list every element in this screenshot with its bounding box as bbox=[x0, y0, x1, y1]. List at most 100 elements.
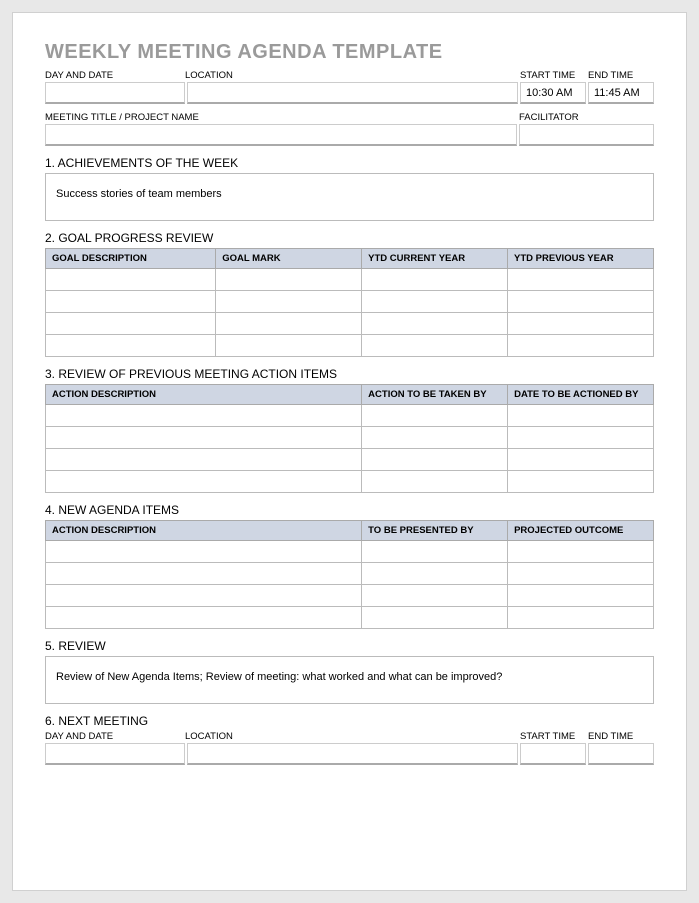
table-row bbox=[46, 313, 654, 335]
cell[interactable] bbox=[362, 585, 508, 607]
cell[interactable] bbox=[508, 291, 654, 313]
th-date-actioned-by: DATE TO BE ACTIONED BY bbox=[508, 385, 654, 405]
cell[interactable] bbox=[508, 449, 654, 471]
th-action-taken-by: ACTION TO BE TAKEN BY bbox=[362, 385, 508, 405]
header-inputs-row-1: 10:30 AM 11:45 AM bbox=[45, 82, 654, 104]
table-row bbox=[46, 291, 654, 313]
cell[interactable] bbox=[46, 335, 216, 357]
table-row bbox=[46, 471, 654, 493]
table-row bbox=[46, 335, 654, 357]
cell[interactable] bbox=[362, 291, 508, 313]
input-start-time[interactable]: 10:30 AM bbox=[520, 82, 586, 104]
th-action-description: ACTION DESCRIPTION bbox=[46, 385, 362, 405]
cell[interactable] bbox=[508, 563, 654, 585]
table-row bbox=[46, 269, 654, 291]
cell[interactable] bbox=[362, 471, 508, 493]
label-end-time: END TIME bbox=[588, 70, 654, 81]
table-row bbox=[46, 405, 654, 427]
cell[interactable] bbox=[508, 585, 654, 607]
cell[interactable] bbox=[216, 313, 362, 335]
section-3-heading: 3. REVIEW OF PREVIOUS MEETING ACTION ITE… bbox=[45, 367, 654, 381]
th-ytd-current: YTD CURRENT YEAR bbox=[362, 249, 508, 269]
input-next-location[interactable] bbox=[187, 743, 518, 765]
input-location[interactable] bbox=[187, 82, 518, 104]
section-5-body[interactable]: Review of New Agenda Items; Review of me… bbox=[45, 656, 654, 704]
section-1-heading: 1. ACHIEVEMENTS OF THE WEEK bbox=[45, 156, 654, 170]
cell[interactable] bbox=[508, 607, 654, 629]
page: WEEKLY MEETING AGENDA TEMPLATE DAY AND D… bbox=[12, 12, 687, 891]
table-row bbox=[46, 585, 654, 607]
cell[interactable] bbox=[46, 449, 362, 471]
cell[interactable] bbox=[508, 541, 654, 563]
label-day-date: DAY AND DATE bbox=[45, 70, 185, 81]
cell[interactable] bbox=[46, 563, 362, 585]
label-next-start-time: START TIME bbox=[520, 731, 588, 742]
section-4-heading: 4. NEW AGENDA ITEMS bbox=[45, 503, 654, 517]
label-next-location: LOCATION bbox=[185, 731, 520, 742]
header-labels-row-2: MEETING TITLE / PROJECT NAME FACILITATOR bbox=[45, 112, 654, 123]
next-meeting-inputs bbox=[45, 743, 654, 765]
cell[interactable] bbox=[362, 607, 508, 629]
cell[interactable] bbox=[362, 269, 508, 291]
label-start-time: START TIME bbox=[520, 70, 588, 81]
cell[interactable] bbox=[362, 563, 508, 585]
section-5-heading: 5. REVIEW bbox=[45, 639, 654, 653]
page-title: WEEKLY MEETING AGENDA TEMPLATE bbox=[45, 41, 654, 64]
th-goal-description: GOAL DESCRIPTION bbox=[46, 249, 216, 269]
header-labels-row-1: DAY AND DATE LOCATION START TIME END TIM… bbox=[45, 70, 654, 81]
table-row bbox=[46, 449, 654, 471]
cell[interactable] bbox=[46, 427, 362, 449]
cell[interactable] bbox=[362, 449, 508, 471]
label-next-end-time: END TIME bbox=[588, 731, 654, 742]
cell[interactable] bbox=[216, 291, 362, 313]
cell[interactable] bbox=[46, 585, 362, 607]
th-new-action-description: ACTION DESCRIPTION bbox=[46, 521, 362, 541]
cell[interactable] bbox=[508, 335, 654, 357]
cell[interactable] bbox=[216, 269, 362, 291]
section-1-body[interactable]: Success stories of team members bbox=[45, 173, 654, 221]
cell[interactable] bbox=[46, 405, 362, 427]
input-next-end-time[interactable] bbox=[588, 743, 654, 765]
cell[interactable] bbox=[362, 427, 508, 449]
cell[interactable] bbox=[46, 269, 216, 291]
table-row bbox=[46, 607, 654, 629]
next-meeting-labels: DAY AND DATE LOCATION START TIME END TIM… bbox=[45, 731, 654, 742]
section-2-heading: 2. GOAL PROGRESS REVIEW bbox=[45, 231, 654, 245]
input-next-start-time[interactable] bbox=[520, 743, 586, 765]
input-day-date[interactable] bbox=[45, 82, 185, 104]
cell[interactable] bbox=[508, 471, 654, 493]
label-facilitator: FACILITATOR bbox=[519, 112, 654, 123]
cell[interactable] bbox=[508, 405, 654, 427]
cell[interactable] bbox=[46, 313, 216, 335]
table-row bbox=[46, 427, 654, 449]
th-goal-mark: GOAL MARK bbox=[216, 249, 362, 269]
label-next-day-date: DAY AND DATE bbox=[45, 731, 185, 742]
th-presented-by: TO BE PRESENTED BY bbox=[362, 521, 508, 541]
label-location: LOCATION bbox=[185, 70, 520, 81]
cell[interactable] bbox=[508, 313, 654, 335]
label-meeting-title: MEETING TITLE / PROJECT NAME bbox=[45, 112, 519, 123]
cell[interactable] bbox=[508, 427, 654, 449]
cell[interactable] bbox=[46, 541, 362, 563]
goal-progress-table: GOAL DESCRIPTION GOAL MARK YTD CURRENT Y… bbox=[45, 248, 654, 357]
th-projected-outcome: PROJECTED OUTCOME bbox=[508, 521, 654, 541]
input-facilitator[interactable] bbox=[519, 124, 654, 146]
header-inputs-row-2 bbox=[45, 124, 654, 146]
cell[interactable] bbox=[362, 313, 508, 335]
input-end-time[interactable]: 11:45 AM bbox=[588, 82, 654, 104]
input-next-day-date[interactable] bbox=[45, 743, 185, 765]
cell[interactable] bbox=[46, 607, 362, 629]
section-6-heading: 6. NEXT MEETING bbox=[45, 714, 654, 728]
cell[interactable] bbox=[362, 335, 508, 357]
cell[interactable] bbox=[362, 405, 508, 427]
th-ytd-previous: YTD PREVIOUS YEAR bbox=[508, 249, 654, 269]
cell[interactable] bbox=[362, 541, 508, 563]
previous-actions-table: ACTION DESCRIPTION ACTION TO BE TAKEN BY… bbox=[45, 384, 654, 493]
cell[interactable] bbox=[46, 471, 362, 493]
table-row bbox=[46, 563, 654, 585]
cell[interactable] bbox=[216, 335, 362, 357]
new-agenda-table: ACTION DESCRIPTION TO BE PRESENTED BY PR… bbox=[45, 520, 654, 629]
input-meeting-title[interactable] bbox=[45, 124, 517, 146]
cell[interactable] bbox=[508, 269, 654, 291]
cell[interactable] bbox=[46, 291, 216, 313]
